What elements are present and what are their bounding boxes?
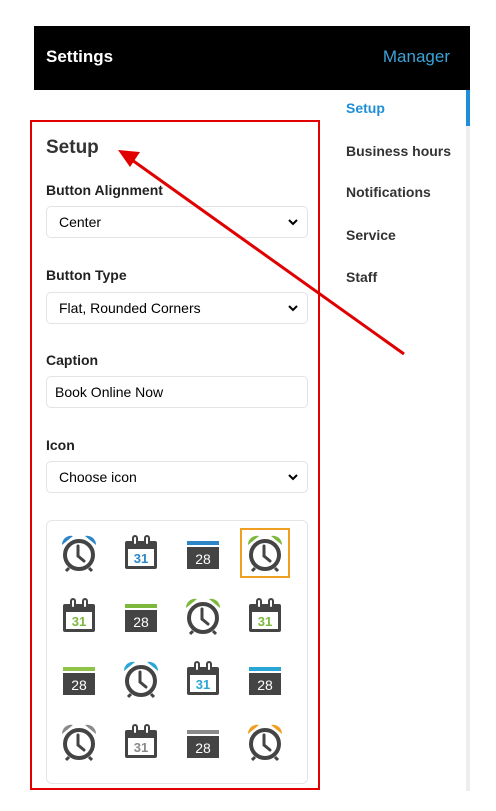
chevron-down-icon [288, 474, 298, 481]
calendar-31-icon[interactable]: 31 [240, 591, 290, 641]
chevron-down-icon [288, 219, 298, 226]
sidebar-item-service[interactable]: Service [346, 227, 396, 243]
button-alignment-value: Center [59, 214, 102, 230]
calendar-day-text: 31 [72, 614, 86, 629]
calendar-28-icon[interactable]: 28 [178, 717, 228, 767]
calendar-day-text: 28 [257, 677, 273, 693]
alarm-clock-icon[interactable] [240, 528, 290, 578]
top-bar: Settings Manager [34, 26, 470, 90]
calendar-day-text: 31 [134, 551, 148, 566]
sidebar-rail [466, 90, 470, 791]
calendar-28-icon[interactable]: 28 [240, 654, 290, 704]
calendar-31-icon[interactable]: 31 [116, 717, 166, 767]
button-type-label: Button Type [46, 267, 127, 283]
page-title: Settings [46, 47, 114, 66]
panel-title: Setup [46, 137, 99, 158]
sidebar-active-indicator [466, 90, 470, 126]
calendar-day-text: 28 [71, 677, 87, 693]
icon-label: Icon [46, 437, 75, 453]
caption-label: Caption [46, 352, 99, 368]
alarm-clock-icon[interactable] [116, 654, 166, 704]
manager-link[interactable]: Manager [383, 47, 450, 67]
calendar-28-icon[interactable]: 28 [178, 528, 228, 578]
chevron-down-icon [288, 305, 298, 312]
button-alignment-label: Button Alignment [46, 182, 163, 198]
caption-value: Book Online Now [55, 384, 164, 400]
calendar-28-icon[interactable]: 28 [116, 591, 166, 641]
calendar-day-text: 31 [196, 677, 210, 692]
icon-select[interactable]: Choose icon [46, 461, 308, 493]
button-type-select[interactable]: Flat, Rounded Corners [46, 292, 308, 324]
button-alignment-select[interactable]: Center [46, 206, 308, 238]
settings-sidebar: Setup Business hours Notifications Servi… [338, 90, 470, 791]
calendar-day-text: 28 [133, 614, 149, 630]
alarm-clock-icon[interactable] [54, 717, 104, 767]
sidebar-item-staff[interactable]: Staff [346, 269, 377, 285]
calendar-day-text: 31 [134, 740, 148, 755]
setup-panel: Setup Button Alignment Center Button Typ… [30, 120, 320, 790]
calendar-31-icon[interactable]: 31 [116, 528, 166, 578]
alarm-clock-icon[interactable] [54, 528, 104, 578]
calendar-day-text: 28 [195, 551, 211, 567]
sidebar-item-business-hours[interactable]: Business hours [346, 143, 451, 159]
caption-input[interactable]: Book Online Now [46, 376, 308, 408]
sidebar-item-notifications[interactable]: Notifications [346, 184, 431, 200]
alarm-clock-icon[interactable] [178, 591, 228, 641]
calendar-28-icon[interactable]: 28 [54, 654, 104, 704]
icon-select-value: Choose icon [59, 469, 137, 485]
calendar-31-icon[interactable]: 31 [54, 591, 104, 641]
sidebar-item-setup[interactable]: Setup [346, 100, 385, 116]
button-type-value: Flat, Rounded Corners [59, 300, 201, 316]
calendar-day-text: 28 [195, 740, 211, 756]
calendar-31-icon[interactable]: 31 [178, 654, 228, 704]
alarm-clock-icon[interactable] [240, 717, 290, 767]
calendar-day-text: 31 [258, 614, 272, 629]
icon-grid: 31 28 31 28 31 28 31 28 31 28 [46, 520, 308, 784]
